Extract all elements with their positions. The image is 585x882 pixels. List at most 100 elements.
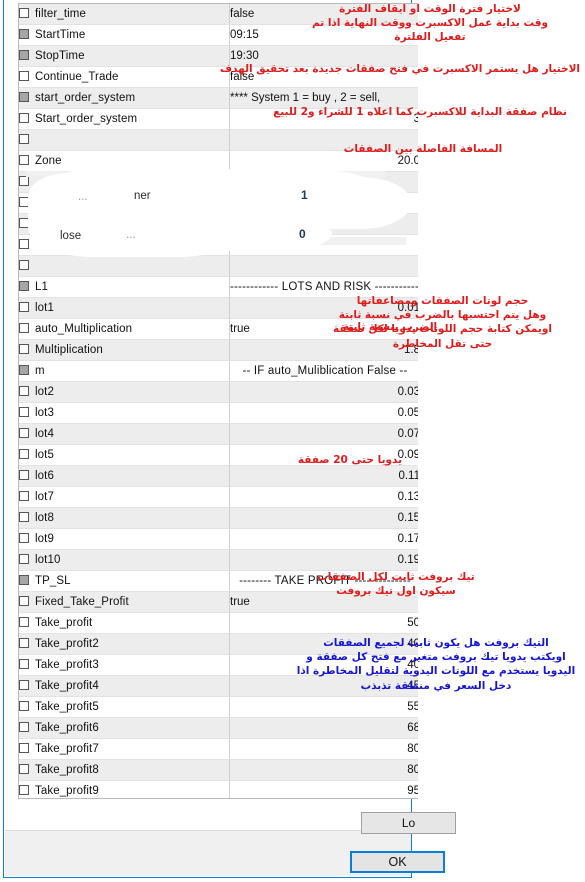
table-row[interactable]: lot4 0.07 (19, 423, 418, 445)
checkbox-empty-icon[interactable] (19, 659, 29, 669)
checkbox-empty-icon[interactable] (19, 155, 29, 165)
parameter-name-label: Continue_Trade (35, 71, 119, 83)
checkbox-empty-icon[interactable] (19, 470, 29, 480)
table-row[interactable]: Take_profit 50 (19, 612, 418, 634)
parameter-name-cell: Take_profit9 (19, 780, 230, 798)
annotation-line: وهل يتم احتسبها بالضرب في نسبة ثابتة (338, 309, 547, 322)
table-row[interactable]: Take_profit7 80 (19, 738, 418, 760)
parameter-value-cell[interactable]: 50 (229, 612, 418, 634)
checkbox-empty-icon[interactable] (19, 785, 29, 795)
load-button[interactable]: Lo (361, 812, 456, 834)
checkbox-filled-icon[interactable] (19, 365, 29, 375)
checkbox-filled-icon[interactable] (19, 29, 29, 39)
annotation-line: يدويا حتى 20 صفقة (297, 454, 403, 466)
checkbox-empty-icon[interactable] (19, 680, 29, 690)
parameter-value-label: 0.19 (397, 554, 418, 566)
checkbox-empty-icon[interactable] (19, 344, 29, 354)
checkbox-empty-icon[interactable] (19, 428, 29, 438)
parameter-value-cell[interactable]: 55 (229, 696, 418, 718)
parameter-value-cell[interactable]: 0.17 (229, 528, 418, 550)
checkbox-filled-icon[interactable] (19, 92, 29, 102)
checkbox-empty-icon[interactable] (19, 638, 29, 648)
checkbox-empty-icon[interactable] (19, 533, 29, 543)
checkbox-empty-icon[interactable] (19, 302, 29, 312)
parameter-name-cell: Take_profit (19, 612, 230, 634)
checkbox-empty-icon[interactable] (19, 386, 29, 396)
checkbox-empty-icon[interactable] (19, 701, 29, 711)
checkbox-empty-icon[interactable] (19, 260, 29, 270)
checkbox-filled-icon[interactable] (19, 575, 29, 585)
checkbox-empty-icon[interactable] (19, 176, 29, 186)
parameter-value-cell[interactable]: 0.11 (229, 465, 418, 487)
table-row[interactable]: lot9 0.17 (19, 528, 418, 550)
parameter-name-cell: StartTime (19, 24, 230, 46)
parameter-value-cell[interactable]: 0.07 (229, 423, 418, 445)
table-row[interactable] (19, 192, 418, 214)
table-row[interactable] (19, 171, 418, 193)
checkbox-empty-icon[interactable] (19, 491, 29, 501)
parameter-name-cell (19, 171, 230, 193)
parameter-value-cell[interactable]: 95 (229, 780, 418, 798)
parameter-value-cell[interactable] (229, 234, 418, 256)
checkbox-empty-icon[interactable] (19, 113, 29, 123)
checkbox-empty-icon[interactable] (19, 239, 29, 249)
annotation-line: نظام صفقة البداية للاكسبرت كما اعلاه 1 ل… (273, 106, 567, 118)
parameter-name-label: Take_profit3 (35, 659, 99, 671)
checkbox-empty-icon[interactable] (19, 743, 29, 753)
parameter-name-cell: auto_Multiplication (19, 318, 230, 340)
checkbox-empty-icon[interactable] (19, 596, 29, 606)
table-row[interactable]: Take_profit9 95 (19, 780, 418, 798)
parameter-value-cell[interactable] (229, 171, 418, 193)
annotation-line: اويكتب يدويا تيك بروفت متغير مع فتح كل ص… (306, 651, 566, 664)
parameter-name-cell: Take_profit4 (19, 675, 230, 697)
ok-button[interactable]: OK (350, 851, 445, 873)
checkbox-empty-icon[interactable] (19, 71, 29, 81)
parameter-value-cell[interactable]: 68 (229, 717, 418, 739)
parameter-name-cell: lot6 (19, 465, 230, 487)
parameter-name-label: lot2 (35, 386, 54, 398)
annotation-manual-lots: يدويا حتى 20 صفقة (285, 453, 415, 467)
table-row[interactable]: lot7 0.13 (19, 486, 418, 508)
checkbox-filled-icon[interactable] (19, 281, 29, 291)
table-row[interactable]: Take_profit6 68 (19, 717, 418, 739)
parameter-value-cell[interactable]: -- IF auto_Muliblication False -- (229, 360, 418, 382)
checkbox-empty-icon[interactable] (19, 8, 29, 18)
checkbox-empty-icon[interactable] (19, 323, 29, 333)
checkbox-empty-icon[interactable] (19, 512, 29, 522)
table-row[interactable]: Take_profit8 80 (19, 759, 418, 781)
parameter-value-cell[interactable] (229, 255, 418, 277)
parameter-name-cell (19, 255, 230, 277)
table-row[interactable]: lot6 0.11 (19, 465, 418, 487)
parameter-value-label: 68 (407, 722, 418, 734)
checkbox-empty-icon[interactable] (19, 197, 29, 207)
checkbox-empty-icon[interactable] (19, 449, 29, 459)
table-row[interactable]: lot3 0.05 (19, 402, 418, 424)
checkbox-empty-icon[interactable] (19, 722, 29, 732)
parameter-value-cell[interactable]: 80 (229, 759, 418, 781)
parameter-value-cell[interactable]: 0.05 (229, 402, 418, 424)
table-row[interactable]: lot2 0.03 (19, 381, 418, 403)
parameter-value-cell[interactable]: 0.15 (229, 507, 418, 529)
parameter-value-cell[interactable] (229, 213, 418, 235)
checkbox-empty-icon[interactable] (19, 617, 29, 627)
checkbox-empty-icon[interactable] (19, 764, 29, 774)
checkbox-empty-icon[interactable] (19, 407, 29, 417)
checkbox-empty-icon[interactable] (19, 554, 29, 564)
checkbox-empty-icon[interactable] (19, 218, 29, 228)
table-row[interactable]: m -- IF auto_Muliblication False -- (19, 360, 418, 382)
table-row[interactable]: lot8 0.15 (19, 507, 418, 529)
parameter-value-cell[interactable]: 80 (229, 738, 418, 760)
checkbox-empty-icon[interactable] (19, 134, 29, 144)
table-row[interactable]: Take_profit5 55 (19, 696, 418, 718)
table-row[interactable] (19, 255, 418, 277)
parameter-value-cell[interactable] (229, 192, 418, 214)
table-row[interactable]: lot10 0.19 (19, 549, 418, 571)
parameter-value-cell[interactable]: 0.03 (229, 381, 418, 403)
annotation-line: تفعيل الفلترة (394, 31, 466, 44)
checkbox-filled-icon[interactable] (19, 50, 29, 60)
table-row[interactable] (19, 213, 418, 235)
table-row[interactable] (19, 234, 418, 256)
parameter-value-label: 0.15 (397, 512, 418, 524)
parameter-value-cell[interactable]: 0.19 (229, 549, 418, 571)
parameter-value-cell[interactable]: 0.13 (229, 486, 418, 508)
